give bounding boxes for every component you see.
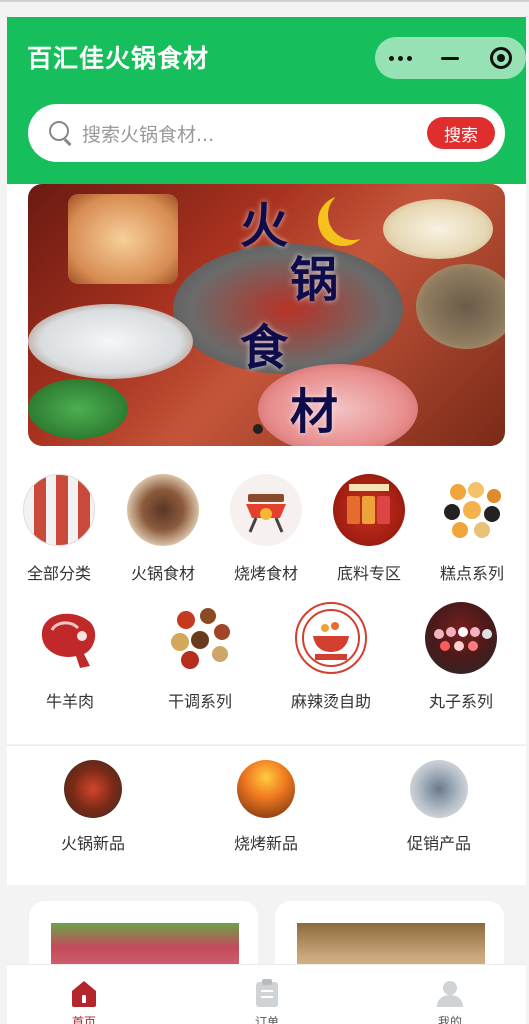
category-item[interactable]: 干调系列: [145, 602, 255, 712]
banner-section: 火 锅 食 材: [7, 184, 526, 462]
app-title: 百汇佳火锅食材: [27, 44, 210, 73]
new-products-item[interactable]: 火锅新品: [33, 760, 153, 854]
pastry-icon: [436, 474, 508, 546]
category-item[interactable]: 底料专区: [314, 474, 424, 584]
banner-photo-plate: [28, 379, 128, 439]
new-products-item[interactable]: 促销产品: [379, 760, 499, 854]
bbq-new-icon: [237, 760, 295, 818]
banner-char: 火: [240, 198, 289, 254]
banner-char: 食: [240, 320, 289, 376]
profile-icon: [434, 977, 466, 1009]
window-top-line: [0, 0, 529, 2]
tab-home[interactable]: 首页: [24, 965, 144, 1024]
beef-steak-icon: [34, 602, 106, 674]
new-products-item[interactable]: 烧烤新品: [206, 760, 326, 854]
capsule-menu: [375, 37, 526, 79]
more-dots-icon[interactable]: [375, 37, 425, 79]
moon-icon: [328, 190, 378, 240]
banner-carousel[interactable]: 火 锅 食 材: [28, 184, 505, 446]
banner-photo-plate: [68, 194, 178, 284]
dried-spices-icon: [164, 602, 236, 674]
carousel-indicator-dot[interactable]: [253, 424, 263, 434]
hotpot-new-icon: [64, 760, 122, 818]
hotpot-ingredients-icon: [127, 474, 199, 546]
search-button[interactable]: 搜索: [427, 117, 495, 149]
app-header: 百汇佳火锅食材 搜索火锅食材... 搜索: [7, 17, 526, 184]
banner-char: 材: [290, 384, 339, 440]
banner-photo-plate: [28, 304, 193, 379]
search-bar[interactable]: 搜索火锅食材... 搜索: [28, 104, 505, 162]
close-target-icon[interactable]: [475, 37, 526, 79]
search-icon: [48, 120, 74, 146]
category-item[interactable]: 烧烤食材: [211, 474, 321, 584]
bottom-tab-bar: 首页 订单 我的: [7, 964, 526, 1024]
promo-shrimp-icon: [410, 760, 468, 818]
tab-profile[interactable]: 我的: [390, 965, 510, 1024]
meatballs-icon: [425, 602, 497, 674]
search-input[interactable]: 搜索火锅食材...: [82, 120, 427, 147]
category-item[interactable]: 糕点系列: [417, 474, 526, 584]
bbq-grill-icon: [230, 474, 302, 546]
banner-char: 锅: [290, 252, 339, 308]
order-clipboard-icon: [251, 977, 283, 1009]
mini-program-page: 百汇佳火锅食材 搜索火锅食材... 搜索 火 锅 食 材 全部分类 火锅食材 烧…: [7, 17, 526, 1024]
all-categories-icon: [23, 474, 95, 546]
category-item[interactable]: 火锅食材: [108, 474, 218, 584]
category-item[interactable]: 丸子系列: [406, 602, 516, 712]
soup-base-icon: [333, 474, 405, 546]
banner-photo-plate: [416, 264, 505, 349]
category-grid: 全部分类 火锅食材 烧烤食材 底料专区 糕点系列 牛羊肉 干调系列 麻辣烫自助 …: [7, 462, 526, 744]
home-icon: [68, 977, 100, 1009]
category-item[interactable]: 麻辣烫自助: [276, 602, 386, 712]
minimize-icon[interactable]: [425, 37, 475, 79]
malatang-icon: [295, 602, 367, 674]
tab-orders[interactable]: 订单: [207, 965, 327, 1024]
category-item[interactable]: 全部分类: [7, 474, 114, 584]
new-products-row: 火锅新品 烧烤新品 促销产品: [7, 745, 526, 885]
banner-photo-plate: [383, 199, 493, 259]
category-item[interactable]: 牛羊肉: [15, 602, 125, 712]
